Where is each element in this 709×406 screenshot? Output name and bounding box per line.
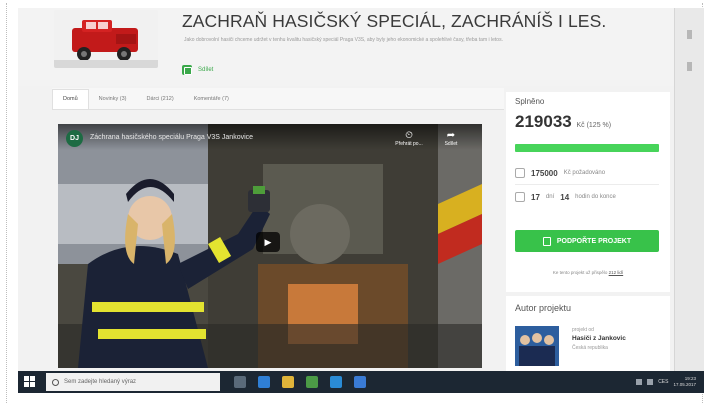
store-icon[interactable] — [330, 376, 342, 388]
support-project-button[interactable]: PODPOŘTE PROJEKT — [515, 230, 659, 252]
video-share-button[interactable]: ➦ Sdílet — [436, 130, 466, 147]
share-arrow-icon: ➦ — [446, 130, 456, 141]
hours-value: 14 — [560, 192, 570, 202]
funding-progress-bar — [515, 144, 659, 152]
author-country: Česká republika — [572, 345, 608, 351]
windows-logo-icon — [30, 382, 35, 387]
windows-start-button[interactable] — [24, 376, 36, 388]
share-label: Sdílet — [198, 67, 214, 73]
tab-donors[interactable]: Dárci (212) — [136, 96, 183, 109]
author-avatar[interactable] — [515, 326, 559, 366]
task-view-icon[interactable] — [234, 376, 246, 388]
author-name[interactable]: Hasiči z Jankovic — [572, 335, 626, 342]
share-icon — [182, 65, 192, 75]
hours-label: hodin do konce — [575, 194, 616, 200]
volume-icon[interactable] — [647, 379, 654, 385]
channel-avatar[interactable]: DJ — [66, 130, 83, 147]
taskbar-search[interactable]: Sem zadejte hledaný výraz — [46, 373, 220, 391]
project-description: Jako dobrovolní hasiči chceme udržet v t… — [184, 37, 503, 43]
search-icon — [52, 378, 59, 386]
goal-value: 175000 — [531, 168, 558, 178]
author-heading: Autor projektu — [515, 303, 572, 313]
goal-label: Kč požadováno — [563, 170, 606, 176]
tab-news[interactable]: Novinky (3) — [89, 96, 137, 109]
video-title[interactable]: Záchrana hasičského speciálu Praga V3S J… — [90, 134, 253, 141]
goal-stat: 175000 Kč požadováno — [515, 168, 605, 178]
funding-amount: 219033 Kč (125 %) — [515, 112, 611, 132]
days-label: dní — [545, 194, 555, 200]
time-left-stat: 17 dní 14 hodin do konce — [515, 192, 616, 202]
video-player[interactable]: DJ Záchrana hasičského speciálu Praga V3… — [58, 124, 482, 368]
backers-note: Ke tento projekt už přispělo 212 lidí — [506, 270, 670, 275]
chrome-icon[interactable] — [306, 376, 318, 388]
support-label: PODPOŘTE PROJEKT — [556, 237, 632, 245]
note-text: Ke tento projekt už přispělo — [552, 270, 608, 275]
page-title: ZACHRAŇ HASIČSKÝ SPECIÁL, ZACHRÁNÍŠ I LE… — [182, 11, 607, 31]
hourglass-icon — [515, 192, 525, 202]
edge-icon[interactable] — [258, 376, 270, 388]
search-placeholder: Sem zadejte hledaný výraz — [64, 379, 137, 385]
play-button[interactable]: ▶ — [256, 232, 280, 252]
backers-link[interactable]: 212 lidí — [609, 270, 624, 275]
fire-truck-image — [54, 10, 158, 68]
scroll-marker — [687, 30, 692, 39]
clock-date: 17.05.2017 — [673, 382, 696, 387]
team-photo — [515, 326, 559, 366]
screenshot: ZACHRAŇ HASIČSKÝ SPECIÁL, ZACHRÁNÍŠ I LE… — [18, 8, 704, 393]
tab-comments[interactable]: Komentáře (7) — [184, 96, 239, 109]
funding-panel: Splněno 219033 Kč (125 %) 175000 Kč poža… — [506, 92, 670, 292]
scroll-marker — [687, 62, 692, 71]
clock-icon: ⏲ — [405, 130, 413, 141]
project-header: ZACHRAŇ HASIČSKÝ SPECIÁL, ZACHRÁNÍŠ I LE… — [18, 8, 674, 86]
file-explorer-icon[interactable] — [282, 376, 294, 388]
play-icon: ▶ — [264, 236, 272, 247]
amount-value: 219033 — [515, 112, 572, 131]
browser-scroll-strip[interactable] — [674, 8, 704, 373]
author-panel: Autor projektu projekt od Hasiči z Janko… — [506, 296, 670, 376]
amount-suffix: Kč (125 %) — [576, 122, 612, 129]
gift-icon — [542, 236, 551, 246]
author-role: projekt od — [572, 327, 594, 333]
project-thumbnail[interactable] — [54, 10, 158, 68]
project-tabs: Domů Novinky (3) Dárci (212) Komentáře (… — [52, 88, 504, 110]
language-indicator[interactable]: CES — [658, 379, 668, 385]
target-icon — [515, 168, 525, 178]
system-tray: CES 19:23 17.05.2017 — [636, 376, 696, 388]
taskbar-clock[interactable]: 19:23 17.05.2017 — [673, 376, 696, 388]
fulfilled-label: Splněno — [515, 97, 545, 106]
share-link[interactable]: Sdílet — [182, 65, 213, 75]
app-icon[interactable] — [354, 376, 366, 388]
video-share-label: Sdílet — [444, 141, 458, 147]
windows-logo-icon — [24, 376, 29, 381]
windows-logo-icon — [24, 382, 29, 387]
tab-home[interactable]: Domů — [52, 89, 89, 109]
windows-taskbar: Sem zadejte hledaný výraz CES 19:23 17.0… — [18, 371, 704, 393]
network-icon[interactable] — [636, 379, 643, 385]
divider — [515, 184, 659, 185]
days-value: 17 — [531, 192, 540, 202]
windows-logo-icon — [30, 376, 35, 381]
watch-later-button[interactable]: ⏲ Přehrát po... — [394, 130, 424, 147]
watch-later-label: Přehrát po... — [395, 141, 423, 147]
